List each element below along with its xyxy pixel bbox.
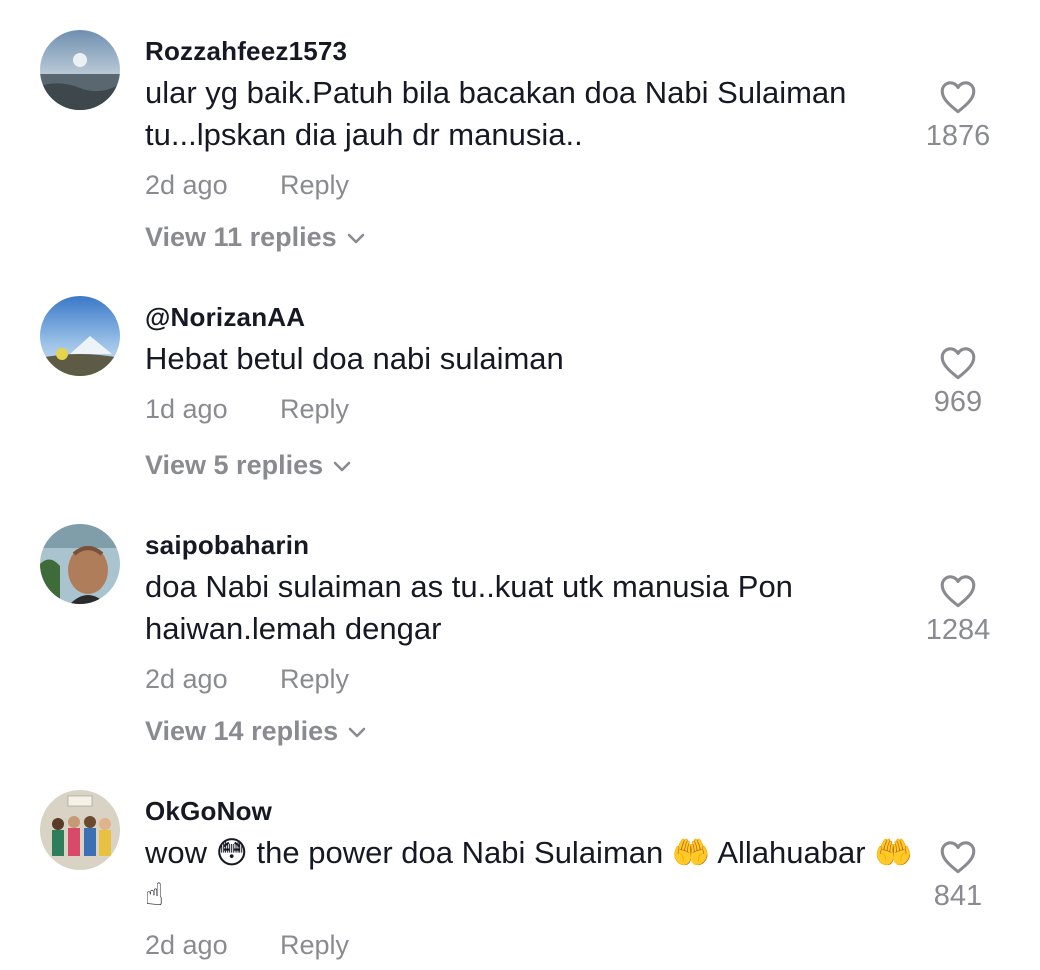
heart-outline-icon [940,841,976,874]
chevron-down-icon [333,461,351,472]
like-button[interactable]: 841 [920,840,996,913]
heart-outline-icon [940,347,976,380]
comment-text: wow 😳 the power doa Nabi Sulaiman 🤲 Alla… [145,835,913,912]
avatar[interactable] [40,790,120,870]
username[interactable]: saipobaharin [145,530,309,561]
comment-timestamp: 1d ago [145,394,228,424]
like-count: 969 [933,386,983,418]
like-count: 1876 [925,120,991,152]
reply-button[interactable]: Reply [280,664,349,695]
view-replies-label: View 5 replies [145,450,324,480]
avatar[interactable] [40,30,120,110]
avatar[interactable] [40,296,120,376]
view-replies-button[interactable]: View 14 replies [145,716,366,747]
reply-button[interactable]: Reply [280,394,349,425]
comment-text: ular yg baik.Patuh bila bacakan doa Nabi… [145,75,847,152]
username[interactable]: @NorizanAA [145,302,305,333]
view-replies-button[interactable]: View 11 replies [145,222,365,253]
comment-text: Hebat betul doa nabi sulaiman [145,341,564,376]
username[interactable]: Rozzahfeez1573 [145,36,347,67]
comment-timestamp: 2d ago [145,664,228,694]
like-count: 1284 [925,614,991,646]
comment-timestamp: 2d ago [145,930,228,960]
like-button[interactable]: 1284 [920,574,996,647]
comment-text: doa Nabi sulaiman as tu..kuat utk manusi… [145,569,793,646]
view-replies-button[interactable]: View 5 replies [145,450,351,481]
chevron-down-icon [348,727,366,738]
comment-timestamp: 2d ago [145,170,228,200]
heart-outline-icon [940,81,976,114]
reply-button[interactable]: Reply [280,930,349,961]
like-button[interactable]: 969 [920,346,996,419]
heart-outline-icon [940,575,976,608]
avatar[interactable] [40,524,120,604]
like-count: 841 [933,880,983,912]
like-button[interactable]: 1876 [920,80,996,153]
view-replies-label: View 11 replies [145,222,337,252]
chevron-down-icon [347,233,364,244]
view-replies-label: View 14 replies [145,716,339,746]
reply-button[interactable]: Reply [280,170,349,201]
username[interactable]: OkGoNow [145,796,272,827]
